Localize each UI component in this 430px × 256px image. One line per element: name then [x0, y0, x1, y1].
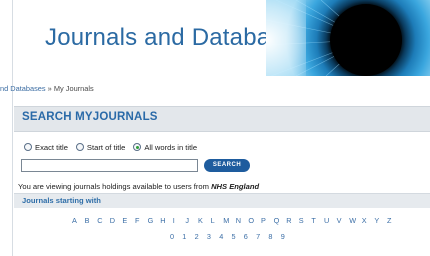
browse-header: Journals starting with [14, 193, 430, 208]
digit-link-5[interactable]: 5 [232, 232, 236, 241]
letter-link-c[interactable]: C [97, 216, 102, 225]
digit-link-1[interactable]: 1 [182, 232, 186, 241]
letter-link-o[interactable]: O [248, 216, 254, 225]
search-section-header: SEARCH MYJOURNALS [14, 106, 430, 132]
letter-link-t[interactable]: T [311, 216, 315, 225]
letter-link-i[interactable]: I [173, 216, 175, 225]
letter-link-v[interactable]: V [337, 216, 342, 225]
letter-link-q[interactable]: Q [274, 216, 280, 225]
letter-link-r[interactable]: R [286, 216, 291, 225]
header-banner: Journals and Databases [13, 0, 430, 76]
start-of-title-label: Start of title [86, 142, 126, 152]
browse-heading: Journals starting with [22, 196, 101, 205]
digit-link-6[interactable]: 6 [244, 232, 248, 241]
letter-link-y[interactable]: Y [374, 216, 379, 225]
page: Journals and Databases nd Databases » My… [0, 0, 430, 256]
exact-title-label: Exact title [35, 142, 68, 152]
digit-link-0[interactable]: 0 [170, 232, 174, 241]
eye-banner-image [266, 0, 430, 76]
breadcrumb-current: My Journals [53, 84, 94, 93]
start-of-title-radio[interactable] [75, 143, 84, 151]
letter-link-w[interactable]: W [349, 216, 356, 225]
letter-link-p[interactable]: P [261, 216, 266, 225]
letter-link-k[interactable]: K [198, 216, 203, 225]
exact-title-radio[interactable] [24, 143, 32, 151]
letter-link-b[interactable]: B [85, 216, 90, 225]
search-input[interactable] [21, 159, 198, 172]
digit-link-7[interactable]: 7 [256, 232, 260, 241]
letter-link-d[interactable]: D [110, 216, 115, 225]
letter-link-e[interactable]: E [122, 216, 127, 225]
letter-link-g[interactable]: G [148, 216, 154, 225]
digit-link-8[interactable]: 8 [268, 232, 272, 241]
letter-link-h[interactable]: H [160, 216, 165, 225]
letter-link-n[interactable]: N [236, 216, 241, 225]
breadcrumb: nd Databases » My Journals [0, 84, 94, 93]
search-button[interactable]: SEARCH [204, 159, 250, 172]
digit-link-9[interactable]: 9 [281, 232, 285, 241]
search-mode-options: Exact title Start of title All words in … [14, 140, 197, 154]
search-section-title: SEARCH MYJOURNALS [22, 111, 158, 123]
breadcrumb-separator: » [47, 84, 52, 93]
letter-link-m[interactable]: M [223, 216, 229, 225]
organisation-name: NHS England [211, 182, 260, 191]
holdings-notice: You are viewing journals holdings availa… [18, 182, 259, 191]
letter-link-l[interactable]: L [211, 216, 215, 225]
breadcrumb-link-databases[interactable]: nd Databases [0, 84, 46, 93]
digit-link-3[interactable]: 3 [207, 232, 211, 241]
letter-link-s[interactable]: S [299, 216, 304, 225]
letter-link-a[interactable]: A [72, 216, 77, 225]
letter-link-z[interactable]: Z [387, 216, 391, 225]
holdings-notice-text: You are viewing journals holdings availa… [18, 182, 209, 191]
letter-link-x[interactable]: X [362, 216, 367, 225]
digit-link-4[interactable]: 4 [219, 232, 223, 241]
letter-link-j[interactable]: J [185, 216, 189, 225]
all-words-radio[interactable] [133, 143, 142, 151]
letter-link-u[interactable]: U [324, 216, 329, 225]
digit-link-2[interactable]: 2 [195, 232, 199, 241]
all-words-label: All words in title [144, 142, 198, 152]
letter-link-f[interactable]: F [135, 216, 139, 225]
